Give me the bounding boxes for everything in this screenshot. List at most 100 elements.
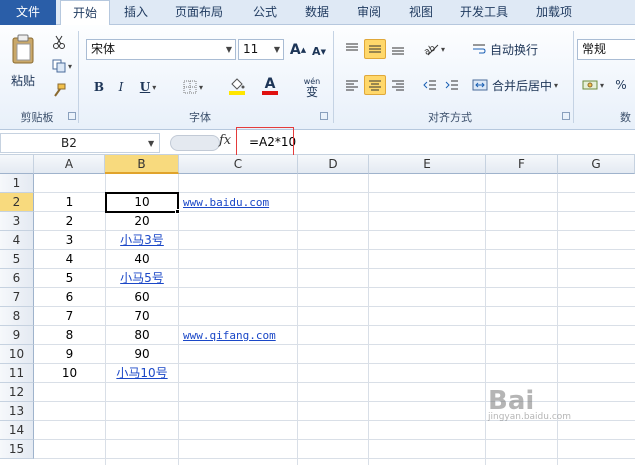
row-header-12[interactable]: 12 xyxy=(0,383,34,402)
column-header-b[interactable]: B xyxy=(105,155,179,174)
insert-function-button[interactable]: fx xyxy=(219,133,231,148)
increase-indent-button[interactable] xyxy=(442,75,462,95)
column-header-d[interactable]: D xyxy=(298,155,369,174)
cell-b9[interactable]: 80 xyxy=(105,326,179,345)
shrink-font-button[interactable]: A ▼ xyxy=(310,41,328,62)
grow-font-button[interactable]: A ▲ xyxy=(288,39,308,60)
align-top-button[interactable] xyxy=(342,39,362,59)
fill-color-button[interactable] xyxy=(222,75,252,97)
row-header-10[interactable]: 10 xyxy=(0,345,34,364)
select-all-corner[interactable] xyxy=(0,155,34,174)
clipboard-launcher-icon[interactable] xyxy=(68,112,76,120)
orientation-button[interactable]: ab ▾ xyxy=(420,39,448,59)
cell-a6[interactable]: 5 xyxy=(34,269,105,288)
align-center-button[interactable] xyxy=(364,75,386,95)
merge-center-button[interactable]: 合并后居中 ▾ xyxy=(472,75,568,95)
tab-data[interactable]: 数据 xyxy=(294,0,340,25)
paintbrush-icon xyxy=(54,83,66,97)
tab-addins[interactable]: 加载项 xyxy=(524,0,584,25)
fx-icon: fx xyxy=(219,133,232,148)
accounting-format-button[interactable]: ▾ xyxy=(579,75,607,95)
row-header-9[interactable]: 9 xyxy=(0,326,34,345)
font-size-dropdown[interactable]: 11 ▼ xyxy=(238,39,284,60)
align-left-button[interactable] xyxy=(342,75,362,95)
font-group-label: 字体 xyxy=(189,111,211,124)
decrease-indent-button[interactable] xyxy=(420,75,440,95)
tab-review[interactable]: 审阅 xyxy=(346,0,392,25)
cell-a4[interactable]: 3 xyxy=(34,231,105,250)
row-header-7[interactable]: 7 xyxy=(0,288,34,307)
tab-developer[interactable]: 开发工具 xyxy=(452,0,516,25)
column-header-e[interactable]: E xyxy=(369,155,486,174)
format-painter-button[interactable] xyxy=(48,81,70,99)
row-header-6[interactable]: 6 xyxy=(0,269,34,288)
merge-cells-icon xyxy=(472,79,488,91)
cell-b3[interactable]: 20 xyxy=(105,212,179,231)
phonetic-guide-button[interactable]: wén 变 xyxy=(298,75,326,99)
paste-button[interactable]: 粘贴 xyxy=(6,31,40,91)
tab-view[interactable]: 视图 xyxy=(398,0,444,25)
baidu-watermark-logo: Bai jingyan.baidu.com xyxy=(488,386,608,446)
tab-formulas[interactable]: 公式 xyxy=(242,0,288,25)
row-header-5[interactable]: 5 xyxy=(0,250,34,269)
row-header-1[interactable]: 1 xyxy=(0,174,34,193)
align-center-icon xyxy=(369,80,381,91)
font-name-dropdown[interactable]: 宋体 ▼ xyxy=(86,39,236,60)
gridline xyxy=(485,174,486,465)
tab-home[interactable]: 开始 xyxy=(60,0,110,26)
cell-a9[interactable]: 8 xyxy=(34,326,105,345)
cell-c2-link[interactable]: www.baidu.com xyxy=(179,193,309,212)
tab-file[interactable]: 文件 xyxy=(0,0,56,25)
cell-a10[interactable]: 9 xyxy=(34,345,105,364)
alignment-launcher-icon[interactable] xyxy=(562,112,570,120)
copy-button[interactable]: ▾ xyxy=(48,57,76,75)
percent-style-button[interactable]: % xyxy=(611,75,631,95)
cell-c9-link[interactable]: www.qifang.com xyxy=(179,326,309,345)
cell-a8[interactable]: 7 xyxy=(34,307,105,326)
cell-b10[interactable]: 90 xyxy=(105,345,179,364)
borders-button[interactable]: ▾ xyxy=(178,77,208,97)
watermark-url: jingyan.baidu.com xyxy=(488,412,572,422)
italic-button[interactable]: I xyxy=(112,77,130,97)
cell-a3[interactable]: 2 xyxy=(34,212,105,231)
cell-a2[interactable]: 1 xyxy=(34,193,105,212)
align-middle-button[interactable] xyxy=(364,39,386,59)
cut-button[interactable] xyxy=(48,33,70,51)
row-header-3[interactable]: 3 xyxy=(0,212,34,231)
column-header-a[interactable]: A xyxy=(34,155,105,174)
cell-b4[interactable]: 小马3号 xyxy=(105,231,179,250)
font-color-button[interactable]: A xyxy=(256,75,284,97)
row-header-15[interactable]: 15 xyxy=(0,440,34,459)
column-header-f[interactable]: F xyxy=(486,155,558,174)
column-header-g[interactable]: G xyxy=(558,155,635,174)
cell-a5[interactable]: 4 xyxy=(34,250,105,269)
tab-page-layout[interactable]: 页面布局 xyxy=(164,0,234,25)
chevron-down-icon[interactable]: ▼ xyxy=(148,135,154,153)
bold-button[interactable]: B xyxy=(90,77,108,97)
row-header-14[interactable]: 14 xyxy=(0,421,34,440)
align-right-button[interactable] xyxy=(388,75,408,95)
cell-b11[interactable]: 小马10号 xyxy=(105,364,179,383)
underline-button[interactable]: U ▾ xyxy=(134,77,162,97)
svg-text:ab: ab xyxy=(423,43,438,56)
name-box[interactable]: B2 ▼ xyxy=(0,133,160,153)
number-format-dropdown[interactable]: 常规 xyxy=(577,39,635,60)
row-header-11[interactable]: 11 xyxy=(0,364,34,383)
cell-a11[interactable]: 10 xyxy=(34,364,105,383)
tab-insert[interactable]: 插入 xyxy=(112,0,160,25)
wrap-text-button[interactable]: 自动换行 xyxy=(472,39,544,59)
fill-handle[interactable] xyxy=(175,209,180,214)
row-header-4[interactable]: 4 xyxy=(0,231,34,250)
cell-b5[interactable]: 40 xyxy=(105,250,179,269)
align-bottom-button[interactable] xyxy=(388,39,408,59)
font-launcher-icon[interactable] xyxy=(320,112,328,120)
cell-a7[interactable]: 6 xyxy=(34,288,105,307)
row-header-2[interactable]: 2 xyxy=(0,193,34,212)
formula-bar-splitter[interactable] xyxy=(170,135,220,151)
column-header-c[interactable]: C xyxy=(179,155,298,174)
cell-b6[interactable]: 小马5号 xyxy=(105,269,179,288)
cell-b7[interactable]: 60 xyxy=(105,288,179,307)
cell-b8[interactable]: 70 xyxy=(105,307,179,326)
row-header-8[interactable]: 8 xyxy=(0,307,34,326)
row-header-13[interactable]: 13 xyxy=(0,402,34,421)
